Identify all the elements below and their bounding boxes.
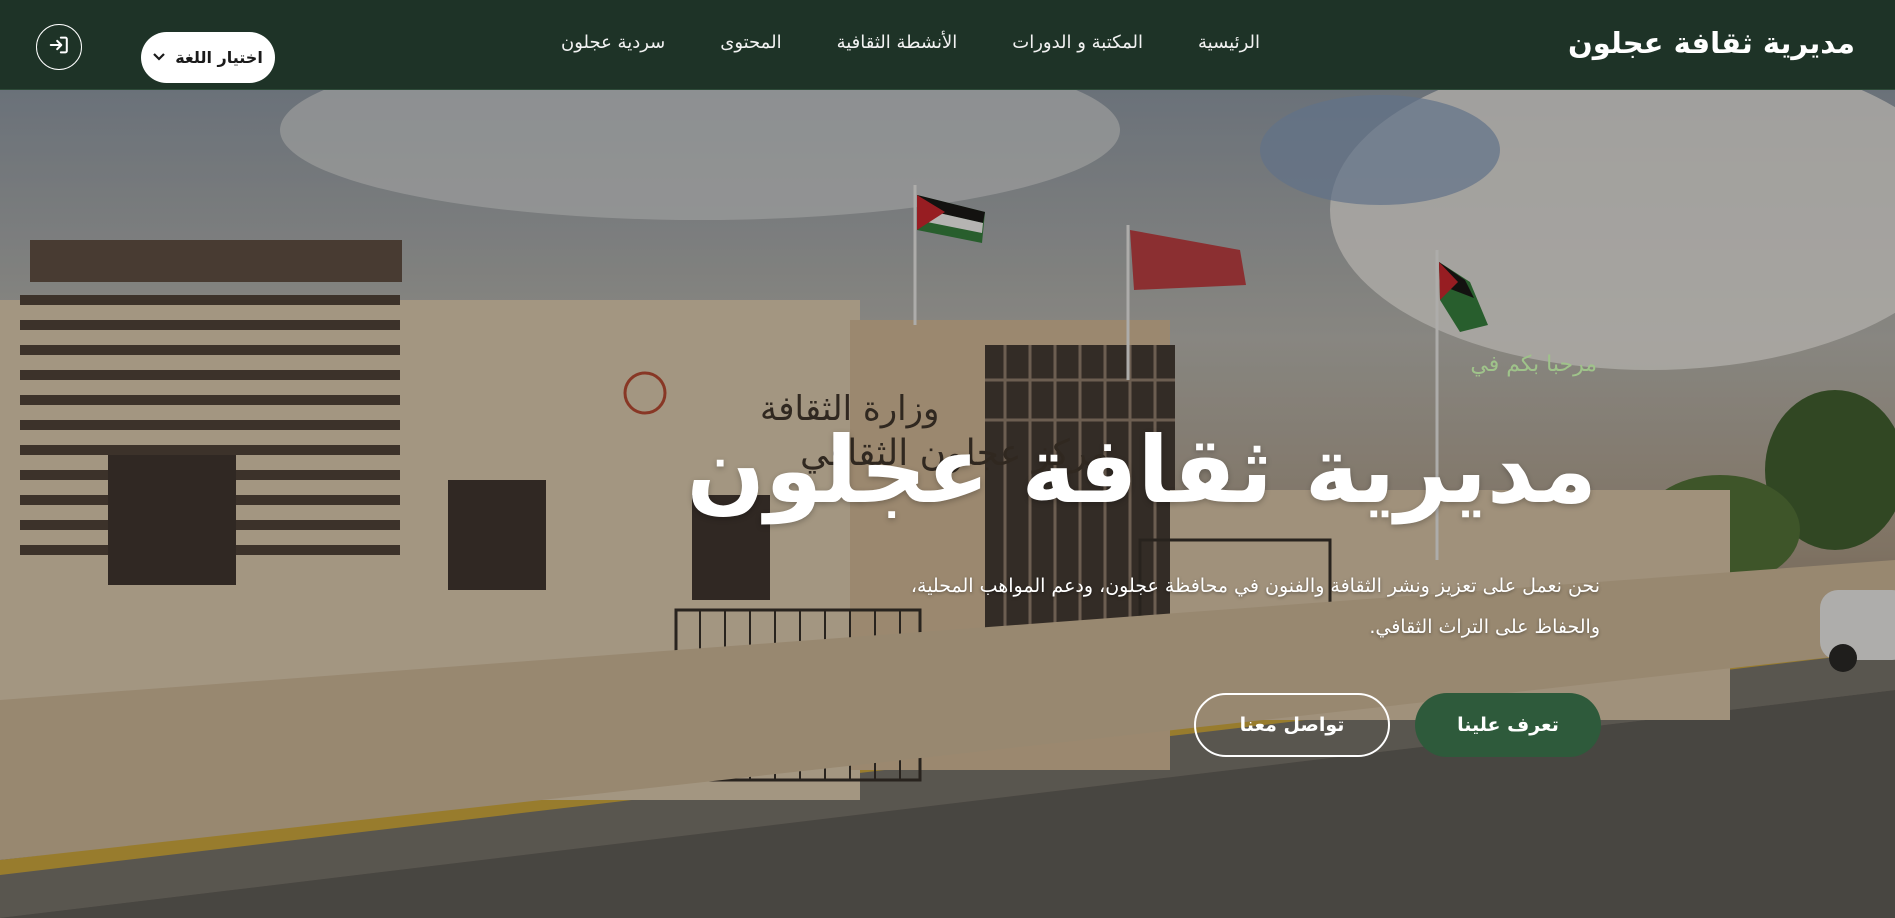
top-navbar: مديرية ثقافة عجلون الرئيسية المكتبة و ال… [0, 0, 1895, 90]
login-button[interactable] [36, 24, 82, 70]
chevron-down-icon [153, 50, 165, 65]
nav-link-library-courses[interactable]: المكتبة و الدورات [1012, 32, 1143, 53]
hero-title: مديرية ثقافة عجلون [686, 417, 1597, 524]
hero-description: نحن نعمل على تعزيز ونشر الثقافة والفنون … [910, 575, 1600, 638]
main-nav: الرئيسية المكتبة و الدورات الأنشطة الثقا… [506, 32, 1260, 53]
contact-us-button[interactable]: تواصل معنا [1194, 693, 1390, 757]
nav-link-ajloun-narrative[interactable]: سردية عجلون [561, 32, 665, 53]
nav-link-content[interactable]: المحتوى [720, 32, 781, 53]
about-us-button[interactable]: تعرف علينا [1415, 693, 1601, 757]
language-select-label: اختيار اللغة [175, 48, 263, 67]
nav-link-home[interactable]: الرئيسية [1198, 32, 1260, 53]
hero-section: وزارة الثقافة مركز عجلون الثقافي مرحبا ب… [0, 90, 1895, 918]
hero-welcome-text: مرحبا بكم في [1470, 352, 1597, 377]
language-select[interactable]: اختيار اللغة [141, 32, 275, 83]
login-icon [48, 34, 70, 60]
site-brand[interactable]: مديرية ثقافة عجلون [1568, 26, 1855, 60]
nav-link-cultural-activities[interactable]: الأنشطة الثقافية [837, 32, 958, 53]
